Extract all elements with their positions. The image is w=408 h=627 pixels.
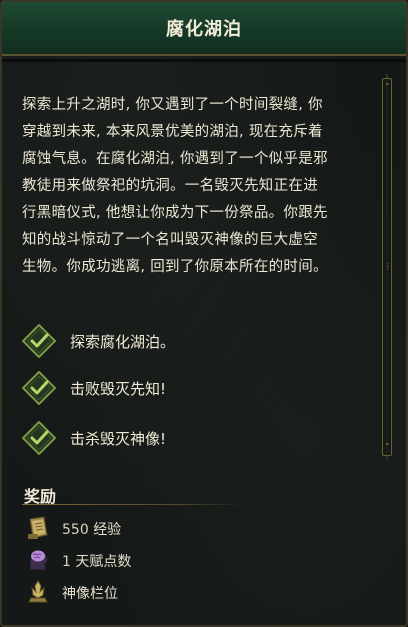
scroll-grip-icon: ⋮ <box>384 262 392 271</box>
checkmark-icon <box>22 371 56 405</box>
quest-description: 探索上升之湖时, 你又遇到了一个时间裂缝, 你 穿越到未来, 本来风景优美的湖泊… <box>22 92 376 281</box>
reward-amount: 550 <box>62 522 89 538</box>
checkmark-icon <box>22 421 56 455</box>
reward-label: 神像栏位 <box>62 586 118 602</box>
quest-panel: 腐化湖泊 探索上升之湖时, 你又遇到了一个时间裂缝, 你 穿越到未来, 本来风景… <box>0 0 408 627</box>
reward-idol-slot: 神像栏位 <box>24 578 324 606</box>
description-line: 生物。你成功逃离, 回到了你原本所在的时间。 <box>22 259 328 275</box>
description-line: 探索上升之湖时, 你又遇到了一个时间裂缝, 你 <box>22 97 323 113</box>
rewards-divider <box>22 504 244 505</box>
objective-item: 击败毁灭先知! <box>22 371 362 405</box>
idol-icon <box>28 580 48 603</box>
description-line: 穿越到未来, 本来风景优美的湖泊, 现在充斥着 <box>22 124 323 140</box>
objective-label: 击败毁灭先知! <box>70 380 167 398</box>
description-line: 行黑暗仪式, 他想让你成为下一份祭品。你跟先 <box>22 205 328 221</box>
reward-label: 经验 <box>93 522 122 538</box>
reward-amount: 1 <box>62 554 71 570</box>
objective-label: 探索腐化湖泊。 <box>70 333 176 351</box>
reward-text: 神像栏位 <box>62 583 118 603</box>
description-line: 教徒用来做祭祀的坑洞。一名毁灭先知正在进 <box>22 178 318 194</box>
reward-talent-points: 1 天赋点数 <box>24 546 324 574</box>
objective-item: 探索腐化湖泊。 <box>22 324 362 358</box>
quest-title: 腐化湖泊 <box>166 19 242 40</box>
reward-label: 天赋点数 <box>75 554 132 570</box>
scroll-icon <box>28 516 48 539</box>
reward-experience: 550 经验 <box>24 514 324 542</box>
reward-text: 1 天赋点数 <box>62 551 131 571</box>
objective-item: 击杀毁灭神像! <box>22 421 362 455</box>
description-line: 腐蚀气息。在腐化湖泊, 你遇到了一个似乎是邪 <box>22 151 328 167</box>
description-line: 知的战斗惊动了一个名叫毁灭神像的巨大虚空 <box>22 232 318 248</box>
reward-text: 550 经验 <box>62 519 121 539</box>
scroll-up-icon: ⌃ <box>384 82 391 91</box>
scrollbar[interactable]: ⌃ ⋮ ⌄ <box>382 74 392 460</box>
header-bar: 腐化湖泊 <box>2 2 406 56</box>
scroll-down-icon: ⌄ <box>384 438 391 447</box>
brain-head-icon <box>29 549 48 571</box>
objective-label: 击杀毁灭神像! <box>70 430 167 448</box>
quest-content[interactable]: 探索上升之湖时, 你又遇到了一个时间裂缝, 你 穿越到未来, 本来风景优美的湖泊… <box>2 62 380 625</box>
checkmark-icon <box>22 324 56 358</box>
